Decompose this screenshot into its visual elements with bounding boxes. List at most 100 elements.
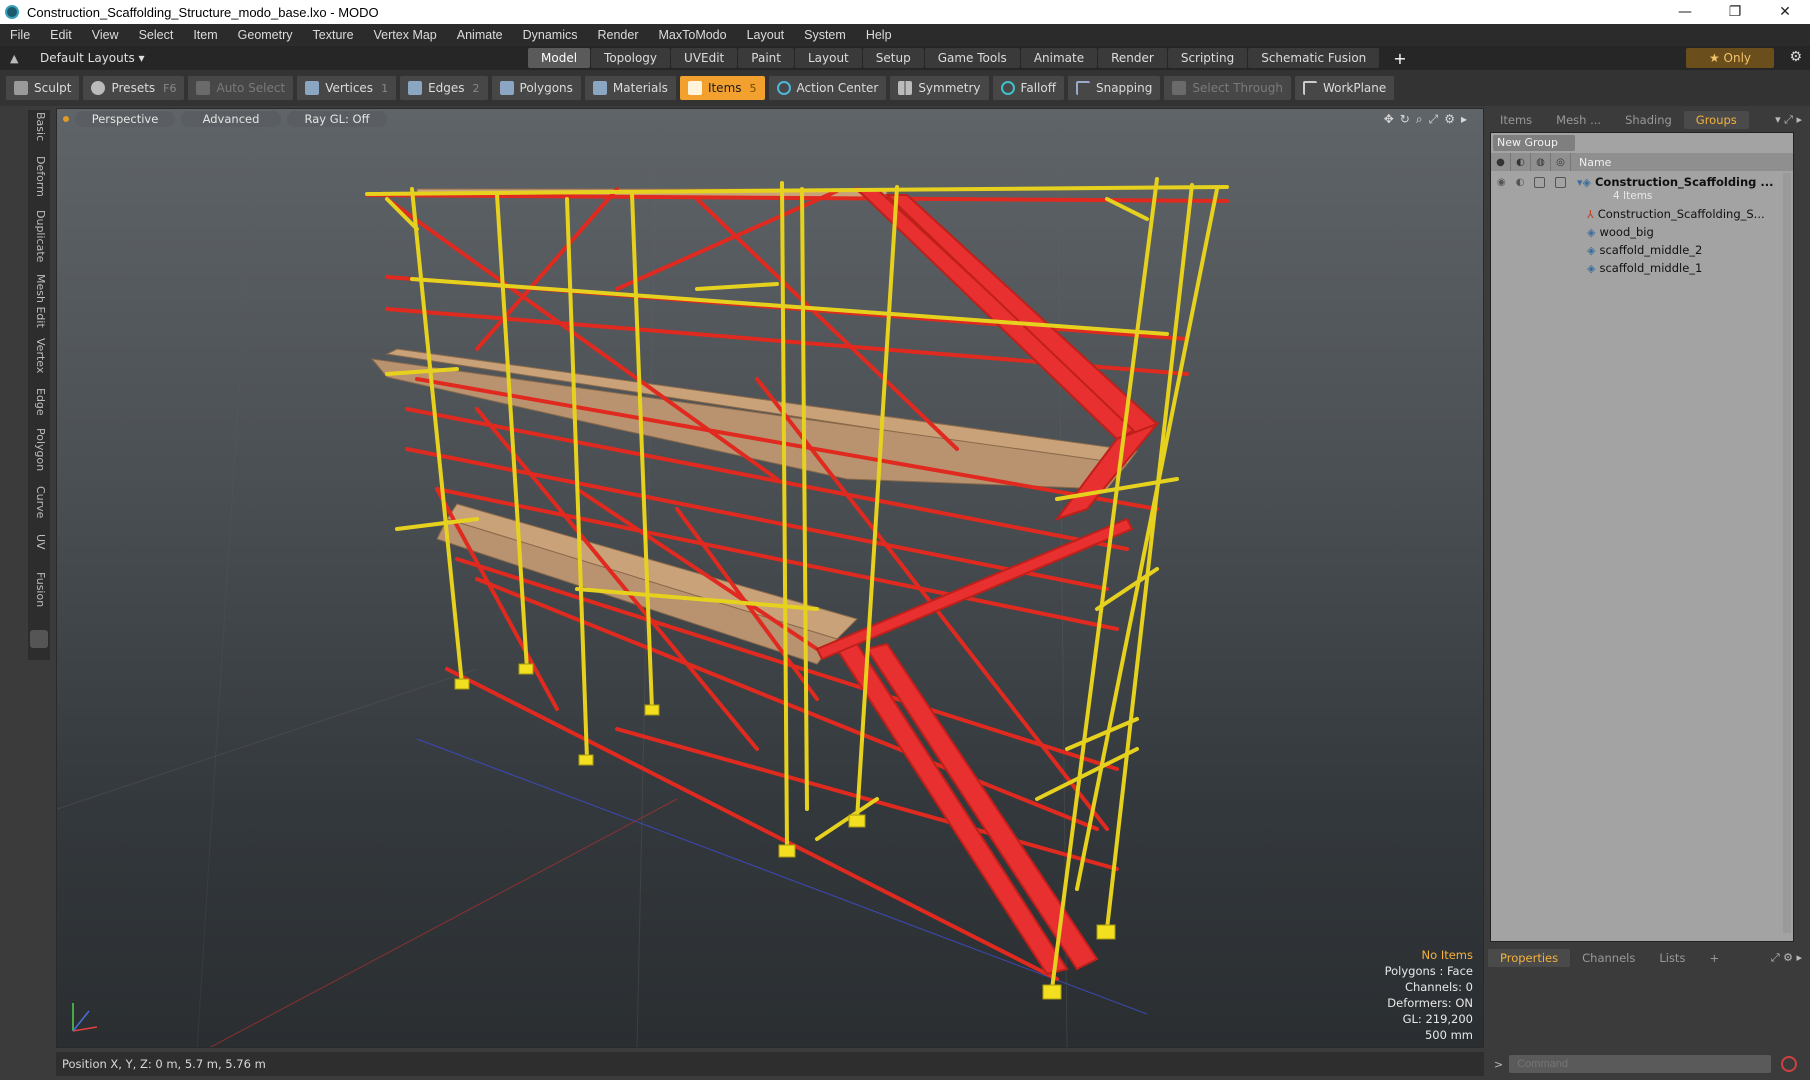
tab-groups[interactable]: Groups	[1683, 111, 1749, 129]
eye-icon[interactable]: ◉	[1497, 177, 1506, 188]
name-column-header[interactable]: Name	[1571, 156, 1611, 169]
sculpt-button[interactable]: Sculpt	[6, 76, 80, 100]
vtab-duplicate[interactable]: Duplicate	[31, 210, 47, 262]
pan-icon[interactable]: ✥	[1384, 112, 1394, 127]
only-button[interactable]: ★ Only	[1686, 48, 1774, 68]
menu-item[interactable]: Item	[183, 28, 227, 42]
view-type-button[interactable]: Perspective	[75, 111, 175, 127]
menu-texture[interactable]: Texture	[303, 28, 364, 42]
menu-select[interactable]: Select	[129, 28, 184, 42]
toolbox-toggle-button[interactable]	[30, 630, 48, 648]
tab-animate[interactable]: Animate	[1020, 48, 1098, 68]
vtab-deform[interactable]: Deform	[31, 156, 47, 197]
vtab-mesh-edit[interactable]: Mesh Edit	[31, 274, 47, 328]
lock-column-icon[interactable]: ◍	[1531, 153, 1551, 171]
viewport-menu-arrow-icon[interactable]: ▸	[1461, 112, 1467, 127]
tree-item-locator[interactable]: ⅄ Construction_Scaffolding_S...	[1491, 205, 1793, 223]
tab-items[interactable]: Items	[1488, 111, 1544, 129]
layouts-dropdown[interactable]: Default Layouts ▾	[40, 51, 160, 65]
render-icon[interactable]: ◐	[1516, 177, 1525, 188]
symmetry-button[interactable]: Symmetry	[890, 76, 989, 100]
add-panel-tab-button[interactable]: +	[1697, 949, 1731, 967]
menu-view[interactable]: View	[82, 28, 129, 42]
rotate-icon[interactable]: ↻	[1400, 112, 1410, 127]
vertices-button[interactable]: Vertices 1	[297, 76, 397, 100]
3d-viewport[interactable]: Perspective Advanced Ray GL: Off ✥ ↻ ⌕ ⤢…	[56, 108, 1484, 1048]
vtab-basic[interactable]: Basic	[31, 112, 47, 141]
stop-icon[interactable]	[1781, 1056, 1798, 1072]
vtab-edge[interactable]: Edge	[31, 388, 47, 416]
vtab-polygon[interactable]: Polygon	[31, 428, 47, 471]
tab-game-tools[interactable]: Game Tools	[924, 48, 1020, 68]
polygons-button[interactable]: Polygons	[491, 76, 581, 100]
tab-mesh[interactable]: Mesh ...	[1544, 111, 1613, 129]
restore-button[interactable]: ❐	[1710, 0, 1760, 24]
vtab-uv[interactable]: UV	[31, 534, 47, 550]
main-toolbar: Sculpt Presets F6 Auto Select Vertices 1 E…	[0, 70, 1810, 106]
items-icon	[687, 81, 702, 95]
snapping-button[interactable]: Snapping	[1067, 76, 1161, 100]
viewport-gear-icon[interactable]: ⚙	[1444, 112, 1455, 127]
select-through-button[interactable]: Select Through	[1164, 76, 1291, 100]
tree-item-scaffold-1[interactable]: ◈ scaffold_middle_1	[1491, 259, 1793, 277]
panel-options-icon[interactable]: ▾ ⤢ ▸	[1775, 113, 1802, 127]
tab-topology[interactable]: Topology	[591, 48, 671, 68]
items-button[interactable]: Items 5	[679, 76, 765, 100]
tab-setup[interactable]: Setup	[862, 48, 924, 68]
menu-edit[interactable]: Edit	[40, 28, 82, 42]
visibility-column-icon[interactable]: ●	[1491, 153, 1511, 171]
tab-lists[interactable]: Lists	[1647, 949, 1697, 967]
close-button[interactable]: ✕	[1760, 0, 1810, 24]
select-column-icon[interactable]: ◎	[1551, 153, 1571, 171]
command-input[interactable]	[1509, 1055, 1772, 1073]
tab-uvedit[interactable]: UVEdit	[671, 48, 738, 68]
maximize-icon[interactable]: ⤢	[1429, 112, 1439, 127]
presets-button[interactable]: Presets F6	[83, 76, 185, 100]
vertices-icon	[305, 81, 320, 95]
menu-layout[interactable]: Layout	[737, 28, 795, 42]
tab-properties[interactable]: Properties	[1488, 949, 1571, 967]
groups-scrollbar[interactable]	[1783, 173, 1791, 933]
menu-dynamics[interactable]: Dynamics	[513, 28, 588, 42]
action-center-button[interactable]: Action Center	[768, 76, 887, 100]
workplane-button[interactable]: WorkPlane	[1294, 76, 1395, 100]
auto-select-button[interactable]: Auto Select	[188, 76, 294, 100]
falloff-button[interactable]: Falloff	[992, 76, 1064, 100]
tree-item-scaffold-2[interactable]: ◈ scaffold_middle_2	[1491, 241, 1793, 259]
vtab-curve[interactable]: Curve	[31, 486, 47, 518]
menu-maxtomodo[interactable]: MaxToModo	[649, 28, 737, 42]
gear-icon[interactable]: ⚙	[1789, 49, 1802, 65]
menu-geometry[interactable]: Geometry	[228, 28, 303, 42]
add-tab-button[interactable]: +	[1380, 48, 1419, 68]
materials-button[interactable]: Materials	[584, 76, 676, 100]
scale-info: 500 mm	[1424, 1028, 1473, 1042]
menu-help[interactable]: Help	[856, 28, 902, 42]
collapse-arrow-icon[interactable]: ▲	[10, 52, 24, 65]
tab-model[interactable]: Model	[528, 48, 591, 68]
lock-checkbox[interactable]	[1534, 176, 1546, 188]
zoom-icon[interactable]: ⌕	[1416, 112, 1423, 127]
raygl-button[interactable]: Ray GL: Off	[287, 111, 387, 127]
properties-options-icon[interactable]: ⤢ ⚙ ▸	[1771, 951, 1802, 965]
select-checkbox[interactable]	[1555, 176, 1567, 188]
tree-item-wood[interactable]: ◈ wood_big	[1491, 223, 1793, 241]
minimize-button[interactable]: —	[1660, 0, 1710, 24]
tab-schematic-fusion[interactable]: Schematic Fusion	[1248, 48, 1380, 68]
vtab-fusion[interactable]: Fusion	[31, 572, 47, 607]
tab-paint[interactable]: Paint	[738, 48, 794, 68]
tab-layout[interactable]: Layout	[794, 48, 862, 68]
tab-channels[interactable]: Channels	[1570, 949, 1647, 967]
vtab-vertex[interactable]: Vertex	[31, 338, 47, 373]
menu-vertex-map[interactable]: Vertex Map	[364, 28, 447, 42]
render-column-icon[interactable]: ◐	[1511, 153, 1531, 171]
new-group-button[interactable]: New Group	[1493, 135, 1575, 151]
menu-file[interactable]: File	[0, 28, 40, 42]
shading-button[interactable]: Advanced	[181, 111, 281, 127]
tab-scripting[interactable]: Scripting	[1167, 48, 1248, 68]
menu-system[interactable]: System	[794, 28, 856, 42]
tab-render[interactable]: Render	[1098, 48, 1167, 68]
edges-button[interactable]: Edges 2	[400, 76, 488, 100]
menu-animate[interactable]: Animate	[447, 28, 513, 42]
menu-render[interactable]: Render	[588, 28, 649, 42]
tab-shading[interactable]: Shading	[1613, 111, 1684, 129]
